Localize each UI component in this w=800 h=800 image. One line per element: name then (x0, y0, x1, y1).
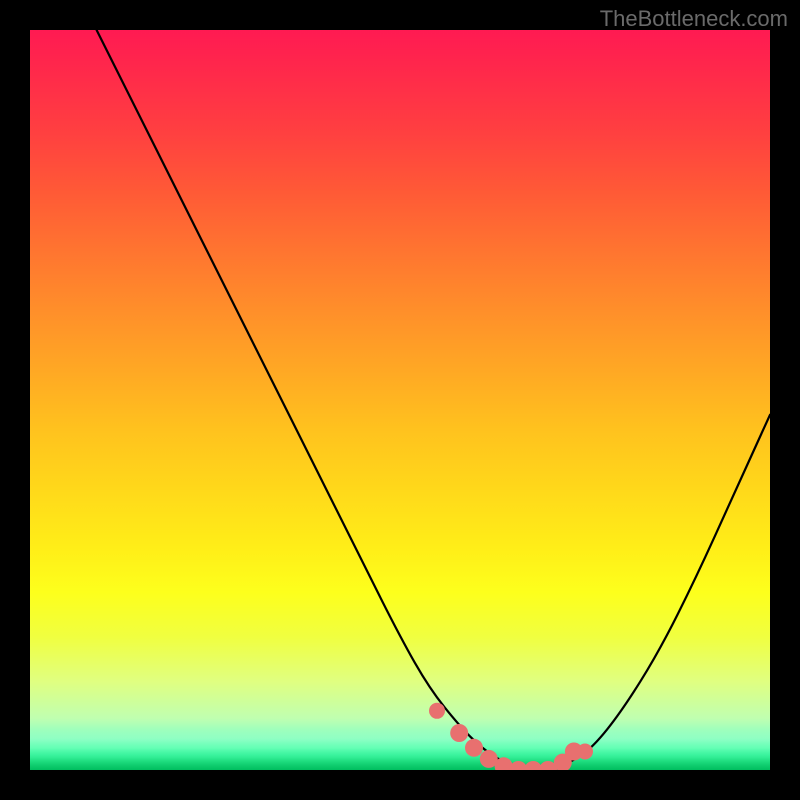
optimal-marker (450, 724, 468, 742)
chart-svg (30, 30, 770, 770)
optimal-marker (577, 744, 593, 760)
bottleneck-curve (97, 30, 770, 770)
optimal-marker (465, 739, 483, 757)
watermark-text: TheBottleneck.com (600, 6, 788, 32)
optimal-marker (429, 703, 445, 719)
optimal-markers-group (429, 703, 593, 770)
chart-plot-area (30, 30, 770, 770)
